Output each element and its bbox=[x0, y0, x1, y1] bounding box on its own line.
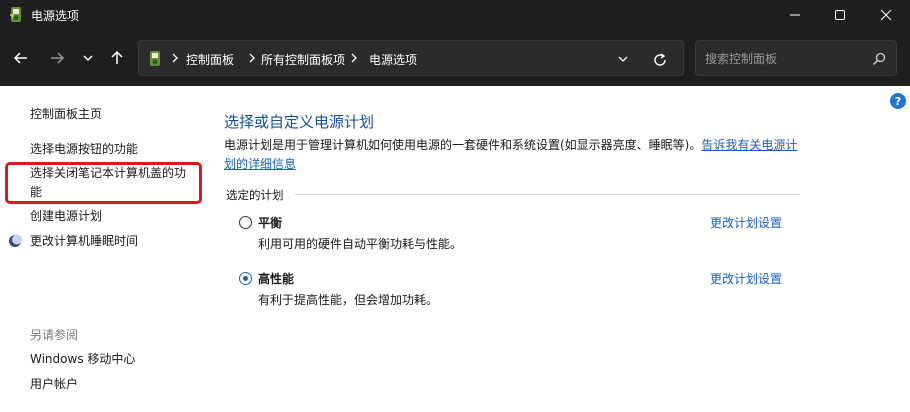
plan-balanced-radio[interactable] bbox=[239, 216, 252, 229]
page-title: 选择或自定义电源计划 bbox=[224, 113, 375, 131]
sidebar-item-create-plan[interactable]: 创建电源计划 bbox=[30, 207, 102, 224]
arrow-left-icon bbox=[13, 52, 27, 64]
up-button[interactable] bbox=[105, 46, 129, 70]
breadcrumb-all-items[interactable]: 所有控制面板项 bbox=[261, 51, 345, 68]
help-icon[interactable]: ? bbox=[890, 93, 906, 109]
content-area: ? 控制面板主页 选择电源按钮的功能 选择关闭笔记本计算机盖的功能 创建电源计划… bbox=[0, 86, 910, 412]
sidebar-item-home[interactable]: 控制面板主页 bbox=[30, 105, 102, 122]
sidebar-item-sleep-time[interactable]: 更改计算机睡眠时间 bbox=[30, 232, 138, 249]
arrow-up-icon bbox=[111, 50, 123, 64]
forward-button[interactable] bbox=[45, 46, 69, 70]
chevron-right-icon bbox=[351, 53, 357, 63]
minimize-button[interactable] bbox=[772, 0, 818, 30]
minimize-icon bbox=[790, 14, 800, 16]
left-pane: 控制面板主页 选择电源按钮的功能 选择关闭笔记本计算机盖的功能 创建电源计划 更… bbox=[0, 86, 205, 412]
chevron-right-icon bbox=[249, 53, 255, 63]
plan-balanced-name[interactable]: 平衡 bbox=[258, 214, 282, 231]
plan-high-performance-description: 有利于提高性能，但会增加功耗。 bbox=[258, 293, 439, 307]
power-options-icon bbox=[150, 51, 160, 66]
description-text: 电源计划是用于管理计算机如何使用电源的一套硬件和系统设置(如显示器亮度、睡眠等)… bbox=[224, 138, 702, 152]
plan-balanced-description: 利用可用的硬件自动平衡功耗与性能。 bbox=[258, 237, 463, 251]
power-options-icon bbox=[10, 7, 21, 22]
maximize-button[interactable] bbox=[817, 0, 863, 30]
recent-locations-button[interactable] bbox=[76, 46, 100, 70]
chevron-right-icon bbox=[172, 53, 178, 63]
arrow-right-icon bbox=[51, 52, 65, 64]
see-also-user-accounts[interactable]: 用户帐户 bbox=[30, 375, 78, 392]
search-icon[interactable] bbox=[872, 52, 886, 66]
see-also-label: 另请参阅 bbox=[30, 328, 79, 342]
close-button[interactable] bbox=[863, 0, 909, 30]
breadcrumb-power-options[interactable]: 电源选项 bbox=[369, 51, 417, 68]
sidebar-item-power-buttons[interactable]: 选择电源按钮的功能 bbox=[30, 140, 138, 157]
address-bar[interactable]: 控制面板 所有控制面板项 电源选项 bbox=[138, 40, 684, 76]
see-also-mobility-center[interactable]: Windows 移动中心 bbox=[30, 350, 135, 367]
page-description: 电源计划是用于管理计算机如何使用电源的一套硬件和系统设置(如显示器亮度、睡眠等)… bbox=[224, 136, 804, 174]
plan-high-performance-settings-link[interactable]: 更改计划设置 bbox=[710, 270, 782, 287]
navigation-bar: 控制面板 所有控制面板项 电源选项 bbox=[0, 30, 910, 86]
close-icon bbox=[880, 9, 892, 21]
chevron-down-icon[interactable] bbox=[615, 51, 631, 67]
breadcrumb-control-panel[interactable]: 控制面板 bbox=[186, 51, 234, 68]
back-button[interactable] bbox=[9, 46, 33, 70]
sleep-moon-icon bbox=[9, 234, 22, 247]
plan-high-performance-name[interactable]: 高性能 bbox=[258, 270, 294, 287]
section-divider bbox=[294, 194, 800, 195]
plan-balanced-settings-link[interactable]: 更改计划设置 bbox=[710, 214, 782, 231]
search-input[interactable] bbox=[705, 50, 865, 68]
search-box[interactable] bbox=[695, 40, 897, 76]
window-title: 电源选项 bbox=[31, 9, 80, 23]
chevron-down-icon bbox=[83, 55, 93, 62]
selected-plans-label: 选定的计划 bbox=[226, 188, 284, 202]
plan-high-performance-radio[interactable] bbox=[239, 272, 252, 285]
maximize-icon bbox=[835, 10, 845, 20]
title-bar: 电源选项 bbox=[0, 0, 910, 30]
highlight-box bbox=[5, 162, 202, 204]
refresh-icon[interactable] bbox=[651, 51, 669, 69]
